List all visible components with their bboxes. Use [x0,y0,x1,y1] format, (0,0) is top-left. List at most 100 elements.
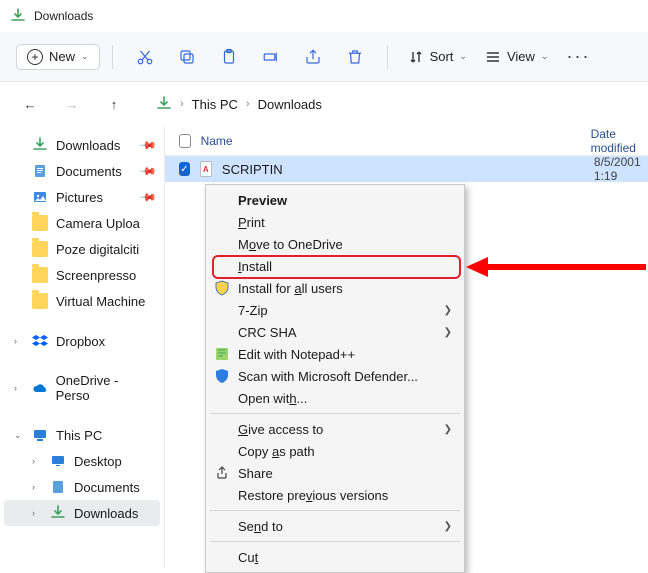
plus-icon: + [27,49,43,65]
pictures-icon [32,189,48,205]
sidebar-item-vm[interactable]: Virtual Machine [4,288,160,314]
title-bar: Downloads [0,0,648,32]
menu-move-onedrive[interactable]: Move to OneDrive [208,233,462,255]
submenu-arrow-icon: ❯ [444,521,452,532]
delete-button[interactable] [335,39,375,75]
folder-icon [32,267,48,283]
separator [387,45,388,69]
menu-label: Send to [238,519,283,534]
sidebar-item-label: Documents [74,480,140,495]
address-bar: ← → ↑ › This PC › Downloads [0,82,648,126]
documents-icon [50,479,66,495]
pin-icon: 📌 [138,136,157,155]
chevron-right-icon: › [32,456,42,466]
file-row[interactable]: ✓ A SCRIPTIN 8/5/2001 1:19 [165,156,648,182]
sidebar-item-onedrive[interactable]: › OneDrive - Perso [4,368,160,408]
sidebar-item-documents[interactable]: Documents 📌 [4,158,160,184]
menu-print[interactable]: Print [208,211,462,233]
menu-label: Restore previous versions [238,488,388,503]
menu-install-all[interactable]: Install for all users [208,277,462,299]
chevron-right-icon: › [246,98,250,110]
sidebar-item-dropbox[interactable]: › Dropbox [4,328,160,354]
sidebar-item-label: Downloads [56,138,120,153]
menu-label: Install [238,259,272,274]
sidebar-item-camera[interactable]: Camera Uploa [4,210,160,236]
menu-label: Give access to [238,422,323,437]
forward-button[interactable]: → [58,90,86,118]
sidebar-item-downloads[interactable]: Downloads 📌 [4,132,160,158]
folder-icon [32,241,48,257]
sidebar-item-thispc[interactable]: ⌄ This PC [4,422,160,448]
onedrive-icon [32,380,48,396]
menu-crcsha[interactable]: CRC SHA❯ [208,321,462,343]
menu-install[interactable]: Install [208,255,462,277]
cut-button[interactable] [125,39,165,75]
folder-icon [32,215,48,231]
more-button[interactable]: ··· [558,42,598,71]
row-checkbox[interactable]: ✓ [179,162,189,176]
menu-defender[interactable]: Scan with Microsoft Defender... [208,365,462,387]
share-button[interactable] [293,39,333,75]
documents-icon [32,163,48,179]
menu-7zip[interactable]: 7-Zip❯ [208,299,462,321]
breadcrumb-downloads[interactable]: Downloads [258,97,322,112]
column-header: Name Date modified [165,126,648,156]
sidebar-item-label: OneDrive - Perso [56,373,153,403]
pin-icon: 📌 [138,162,157,181]
notepadpp-icon [214,346,230,362]
menu-giveaccess[interactable]: Give access to ❯ [208,418,462,440]
chevron-down-icon: ⌄ [541,51,549,62]
chevron-down-icon: ⌄ [14,430,24,441]
font-file-icon: A [200,161,212,177]
chevron-down-icon: ⌄ [459,51,467,62]
chevron-down-icon: ⌄ [81,51,89,62]
menu-cut[interactable]: Cut [208,546,462,568]
copy-button[interactable] [167,39,207,75]
thispc-icon [32,427,48,443]
breadcrumb-thispc[interactable]: This PC [192,97,238,112]
rename-button[interactable] [251,39,291,75]
menu-copypath[interactable]: Copy as path [208,440,462,462]
menu-restore[interactable]: Restore previous versions [208,484,462,506]
sidebar-item-poze[interactable]: Poze digitalciti [4,236,160,262]
sidebar-item-label: Virtual Machine [56,294,145,309]
new-button[interactable]: + New ⌄ [16,44,100,70]
pin-icon: 📌 [138,188,157,207]
menu-share[interactable]: Share [208,462,462,484]
back-button[interactable]: ← [16,90,44,118]
menu-preview[interactable]: Preview [208,189,462,211]
select-all-checkbox[interactable] [179,134,190,148]
menu-sendto[interactable]: Send to ❯ [208,515,462,537]
sidebar-item-label: Camera Uploa [56,216,140,231]
submenu-arrow-icon: ❯ [444,327,452,338]
sidebar-item-desktop[interactable]: › Desktop [4,448,160,474]
sidebar-item-screenpresso[interactable]: Screenpresso [4,262,160,288]
up-button[interactable]: ↑ [100,90,128,118]
desktop-icon [50,453,66,469]
menu-notepadpp[interactable]: Edit with Notepad++ [208,343,462,365]
sidebar-item-label: Poze digitalciti [56,242,139,257]
menu-divider [210,413,460,414]
sort-button[interactable]: Sort ⌄ [400,45,475,69]
shield-icon [214,280,230,296]
column-name[interactable]: Name [201,134,581,148]
sidebar-item-pictures[interactable]: Pictures 📌 [4,184,160,210]
paste-button[interactable] [209,39,249,75]
menu-label: Print [238,215,265,230]
view-button[interactable]: View ⌄ [477,45,557,69]
sidebar-item-documents2[interactable]: › Documents [4,474,160,500]
menu-openwith[interactable]: Open with... [208,387,462,409]
menu-label: Move to OneDrive [238,237,343,252]
menu-label: Cut [238,550,258,565]
menu-label: Edit with Notepad++ [238,347,355,362]
sidebar-item-label: Screenpresso [56,268,136,283]
downloads-icon [32,137,48,153]
submenu-arrow-icon: ❯ [444,424,452,435]
folder-icon [32,293,48,309]
sidebar-item-label: Dropbox [56,334,105,349]
sidebar-item-downloads2[interactable]: › Downloads [4,500,160,526]
chevron-right-icon: › [32,508,42,518]
nav-pane: Downloads 📌 Documents 📌 Pictures 📌 Camer… [0,126,164,568]
sidebar-item-label: Desktop [74,454,122,469]
column-date[interactable]: Date modified [591,127,648,155]
